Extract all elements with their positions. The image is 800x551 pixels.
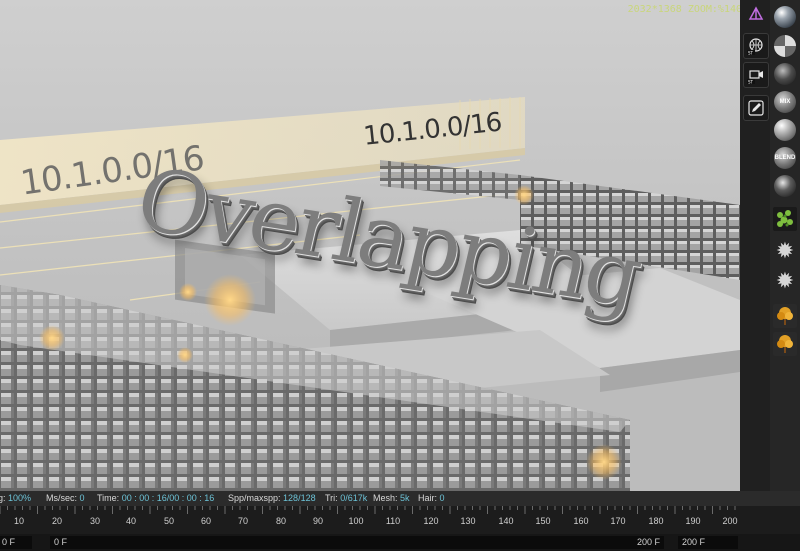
tri-value: 0/617k — [340, 493, 368, 503]
render-settings-icon[interactable]: ST — [743, 33, 769, 59]
spp-stat: Spp/maxspp: 128/128 — [228, 491, 316, 506]
start-frame-field[interactable]: 0 F — [0, 536, 32, 549]
blend-sphere-icon[interactable]: BLEND — [774, 147, 796, 169]
tick-label: 180 — [648, 516, 664, 526]
scatter-icon[interactable] — [773, 207, 797, 231]
mix-label: MIX — [779, 99, 791, 105]
mesh-value: 5k — [400, 493, 410, 503]
mesh-stat: Mesh: 5k — [373, 491, 410, 506]
tick-label: 90 — [312, 516, 324, 526]
tick-label: 70 — [237, 516, 249, 526]
edit-icon[interactable] — [743, 95, 769, 121]
gear-icon[interactable]: ✹ — [774, 270, 796, 292]
svg-text:ST: ST — [748, 51, 754, 56]
glossy-sphere-icon[interactable] — [774, 6, 796, 28]
tick-label: 160 — [573, 516, 589, 526]
tick-label: 200 — [722, 516, 738, 526]
progress-label: g: — [0, 493, 6, 503]
hair-label: Hair: — [418, 493, 438, 503]
time-label: Time: — [97, 493, 120, 503]
tick-label: 100 — [348, 516, 364, 526]
tick-label: 130 — [460, 516, 476, 526]
toon-sphere-icon[interactable] — [774, 175, 796, 197]
tick-label: 170 — [610, 516, 626, 526]
blend-label: BLEND — [774, 155, 796, 161]
ms-label: Ms/sec: — [46, 493, 78, 503]
progress-value: 100% — [8, 493, 32, 503]
tree-icon[interactable] — [773, 332, 797, 356]
spp-label: Spp/maxspp: — [228, 493, 281, 503]
tick-label: 20 — [51, 516, 63, 526]
tri-stat: Tri: 0/617k — [325, 491, 367, 506]
node-network-icon[interactable] — [744, 2, 768, 26]
camera-settings-icon[interactable]: ST — [743, 62, 769, 88]
hair-stat: Hair: 0 — [418, 491, 445, 506]
resolution-zoom-readout: 2032*1368 ZOOM:%140 — [627, 4, 740, 15]
right-toolbar: ST ST MIX BLEND ✹ ✹ — [740, 0, 800, 491]
end-frame-value: 200 F — [636, 537, 660, 547]
tick-label: 50 — [163, 516, 175, 526]
spp-value: 128/128 — [283, 493, 316, 503]
tick-label: 30 — [89, 516, 101, 526]
render-viewport[interactable]: 10.1.0.0/16 10.1.0.0/16 Overlapping 2032… — [0, 0, 740, 491]
tick-label: 120 — [423, 516, 439, 526]
metallic-sphere-icon[interactable] — [774, 119, 796, 141]
start-frame-value[interactable]: 0 F — [50, 536, 664, 549]
progress-stat: g: 100% — [0, 491, 31, 506]
ms-per-sec-stat: Ms/sec: 0 — [46, 491, 85, 506]
tick-label: 80 — [275, 516, 287, 526]
time-value: 00 : 00 : 16/00 : 00 : 16 — [121, 493, 215, 503]
svg-text:ST: ST — [748, 80, 754, 85]
ms-value: 0 — [79, 493, 85, 503]
tick-label: 40 — [125, 516, 137, 526]
tree-icon[interactable] — [773, 304, 797, 328]
tick-label: 190 — [685, 516, 701, 526]
gear-icon[interactable]: ✹ — [774, 240, 796, 262]
tick-label: 150 — [535, 516, 551, 526]
tick-label: 60 — [200, 516, 212, 526]
render-status-bar: g: 100% Ms/sec: 0 Time: 00 : 00 : 16/00 … — [0, 491, 800, 506]
timeline-range-bar: 0 F 0 F 200 F 200 F — [0, 534, 800, 551]
tri-label: Tri: — [325, 493, 338, 503]
hair-value: 0 — [439, 493, 445, 503]
tick-label: 10 — [13, 516, 25, 526]
tick-label: 110 — [385, 516, 401, 526]
dark-sphere-icon[interactable] — [774, 63, 796, 85]
checker-sphere-icon[interactable] — [774, 35, 796, 57]
tick-label: 140 — [498, 516, 514, 526]
time-stat: Time: 00 : 00 : 16/00 : 00 : 16 — [97, 491, 214, 506]
timeline-ruler[interactable]: 10 20 30 40 50 60 70 80 90 100 110 120 1… — [0, 506, 800, 534]
mix-sphere-icon[interactable]: MIX — [774, 91, 796, 113]
mesh-label: Mesh: — [373, 493, 398, 503]
end-frame-field[interactable]: 200 F — [678, 536, 738, 549]
